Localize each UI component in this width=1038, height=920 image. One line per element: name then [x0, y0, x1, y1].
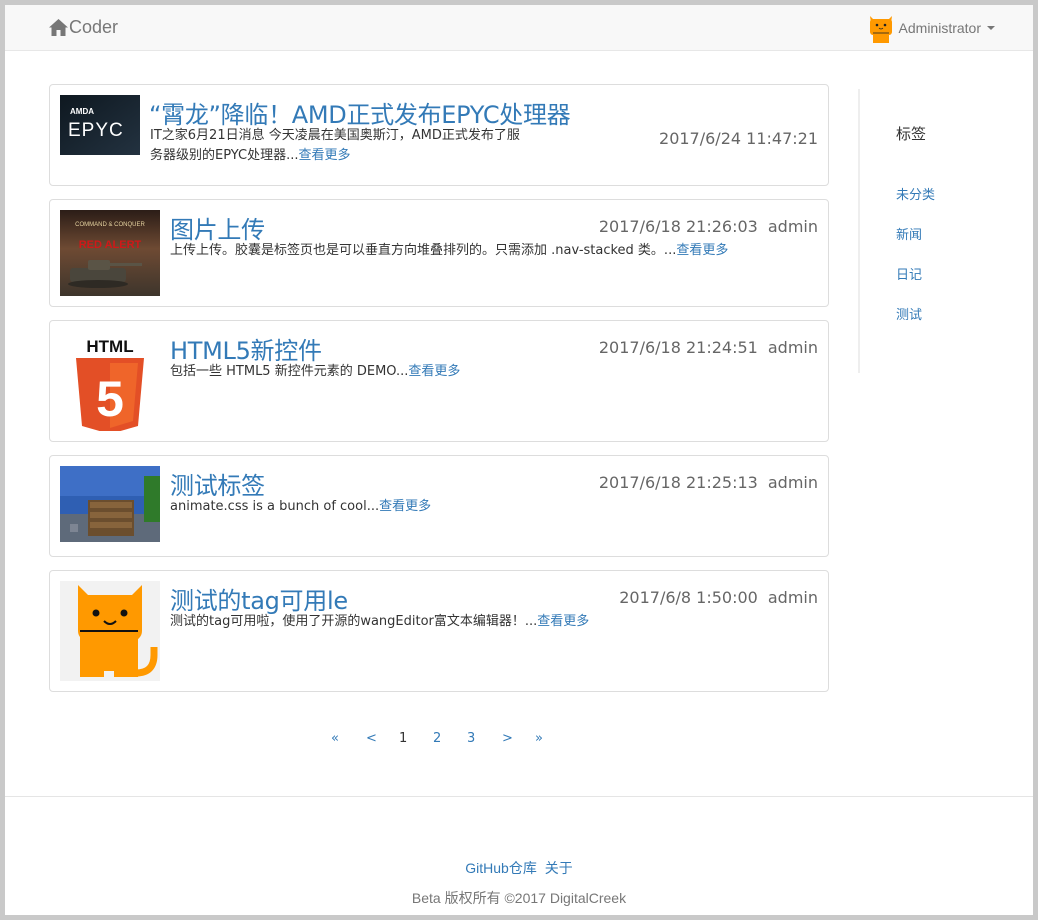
post-card: 测试的tag可用le 2017/6/8 1:50:00 admin 测试的tag可…	[49, 570, 829, 692]
post-title[interactable]: 测试标签	[170, 466, 265, 501]
post-meta: 2017/6/8 1:50:00 admin	[619, 588, 818, 607]
post-excerpt-text: 上传上传。胶囊是标签页也是可以垂直方向堆叠排列的。只需添加 .nav-stack…	[170, 243, 677, 258]
epyc-thumbnail-image: AMDA EPYC	[60, 95, 140, 155]
tag-link-test[interactable]: 测试	[896, 304, 922, 323]
tag-link-news[interactable]: 新闻	[896, 224, 922, 243]
thumb-caption: COMMAND & CONQUER	[75, 222, 145, 228]
post-excerpt-text: animate.css is a bunch of cool...	[170, 499, 380, 514]
pagination-page-current[interactable]: 1	[399, 731, 407, 746]
post-author: admin	[767, 473, 818, 492]
read-more-link[interactable]: 查看更多	[298, 148, 350, 163]
tag-link-uncategorized[interactable]: 未分类	[896, 184, 935, 203]
pagination-page[interactable]: 2	[433, 731, 441, 746]
post-card: HTML 5 HTML5新控件 2017/6/18 21:24:51 admin …	[49, 320, 829, 442]
post-author: admin	[767, 338, 818, 357]
cat-thumbnail-image	[60, 581, 160, 681]
read-more-link[interactable]: 查看更多	[408, 364, 460, 379]
post-excerpt: IT之家6月21日消息 今天凌晨在美国奥斯汀，AMD正式发布了服 务器级别的EP…	[150, 126, 590, 166]
post-date: 2017/6/24 11:47:21	[659, 129, 818, 148]
html5-logo-label: HTML	[86, 337, 133, 356]
home-icon	[49, 18, 68, 36]
pagination: « < 1 2 3 > »	[5, 731, 1033, 751]
html5-logo-icon: HTML 5	[60, 331, 160, 431]
post-thumbnail[interactable]: COMMAND & CONQUER RED ALERT	[60, 210, 160, 296]
post-thumbnail[interactable]: AMDA EPYC	[60, 95, 140, 155]
red-alert-thumbnail-image: COMMAND & CONQUER RED ALERT	[60, 210, 160, 296]
browser-viewport: Coder Administrator AMDA EPYC “霄龙”降临！AMD…	[5, 5, 1033, 915]
user-name: Administrator	[898, 20, 981, 36]
post-card: AMDA EPYC “霄龙”降临！AMD正式发布EPYC处理器 2017/6/2…	[49, 84, 829, 186]
post-meta: 2017/6/18 21:26:03 admin	[599, 217, 818, 236]
read-more-link[interactable]: 查看更多	[379, 499, 431, 514]
post-excerpt: animate.css is a bunch of cool...查看更多	[170, 497, 820, 517]
post-title[interactable]: HTML5新控件	[170, 331, 322, 366]
html5-logo-number: 5	[96, 371, 124, 427]
pagination-page[interactable]: 3	[467, 731, 475, 746]
tag-link-diary[interactable]: 日记	[896, 264, 922, 283]
post-excerpt: 测试的tag可用啦，使用了开源的wangEditor富文本编辑器！...查看更多	[170, 612, 820, 632]
post-title[interactable]: “霄龙”降临！AMD正式发布EPYC处理器	[149, 95, 571, 130]
footer-links: GitHub仓库 关于	[5, 858, 1033, 878]
post-thumbnail[interactable]: HTML 5	[60, 331, 160, 431]
read-more-link[interactable]: 查看更多	[537, 614, 589, 629]
caret-down-icon	[987, 26, 995, 30]
post-excerpt-line: IT之家6月21日消息 今天凌晨在美国奥斯汀，AMD正式发布了服	[150, 128, 520, 143]
minecraft-thumbnail-image	[60, 466, 160, 542]
post-meta: 2017/6/18 21:24:51 admin	[599, 338, 818, 357]
post-excerpt-text: 测试的tag可用啦，使用了开源的wangEditor富文本编辑器！...	[170, 614, 538, 629]
post-date: 2017/6/18 21:25:13	[598, 473, 758, 492]
about-link[interactable]: 关于	[545, 860, 573, 876]
post-card: 测试标签 2017/6/18 21:25:13 admin animate.css…	[49, 455, 829, 557]
brand-label: Coder	[69, 16, 119, 37]
post-author: admin	[767, 588, 818, 607]
post-author: admin	[767, 217, 818, 236]
pagination-prev[interactable]: <	[366, 731, 377, 746]
sidebar-title: 标签	[896, 125, 927, 143]
navbar: Coder Administrator	[5, 5, 1033, 51]
footer-divider	[5, 796, 1033, 797]
post-thumbnail[interactable]	[60, 581, 160, 681]
post-excerpt: 上传上传。胶囊是标签页也是可以垂直方向堆叠排列的。只需添加 .nav-stack…	[170, 241, 820, 261]
thumb-caption: RED ALERT	[79, 239, 142, 251]
brand-link[interactable]: Coder	[49, 15, 118, 39]
post-card: COMMAND & CONQUER RED ALERT 图片上传 2017/6/…	[49, 199, 829, 307]
post-meta: 2017/6/24 11:47:21	[659, 129, 818, 148]
post-date: 2017/6/18 21:26:03	[598, 217, 758, 236]
post-excerpt-text: 包括一些 HTML5 新控件元素的 DEMO...	[170, 364, 409, 379]
post-title[interactable]: 图片上传	[170, 210, 265, 245]
post-date: 2017/6/8 1:50:00	[619, 588, 758, 607]
copyright-text: Beta 版权所有 ©2017 DigitalCreek	[411, 890, 627, 906]
post-meta: 2017/6/18 21:25:13 admin	[599, 473, 818, 492]
epyc-thumb-brand: AMDA	[70, 107, 94, 116]
read-more-link[interactable]: 查看更多	[676, 243, 728, 258]
pagination-first[interactable]: «	[331, 731, 339, 746]
post-excerpt: 包括一些 HTML5 新控件元素的 DEMO...查看更多	[170, 362, 820, 382]
epyc-thumb-title: EPYC	[68, 120, 124, 141]
pagination-next[interactable]: >	[502, 731, 513, 746]
tag-sidebar: 标签 未分类 新闻 日记 测试	[858, 89, 1028, 373]
pagination-last[interactable]: »	[535, 731, 543, 746]
post-date: 2017/6/18 21:24:51	[598, 338, 758, 357]
user-menu[interactable]: Administrator	[868, 10, 995, 46]
post-thumbnail[interactable]	[60, 466, 160, 542]
cat-avatar-icon	[869, 16, 892, 43]
post-excerpt-line: 务器级别的EPYC处理器...	[150, 148, 299, 163]
github-repo-link[interactable]: GitHub仓库	[465, 860, 537, 876]
post-title[interactable]: 测试的tag可用le	[170, 581, 348, 616]
